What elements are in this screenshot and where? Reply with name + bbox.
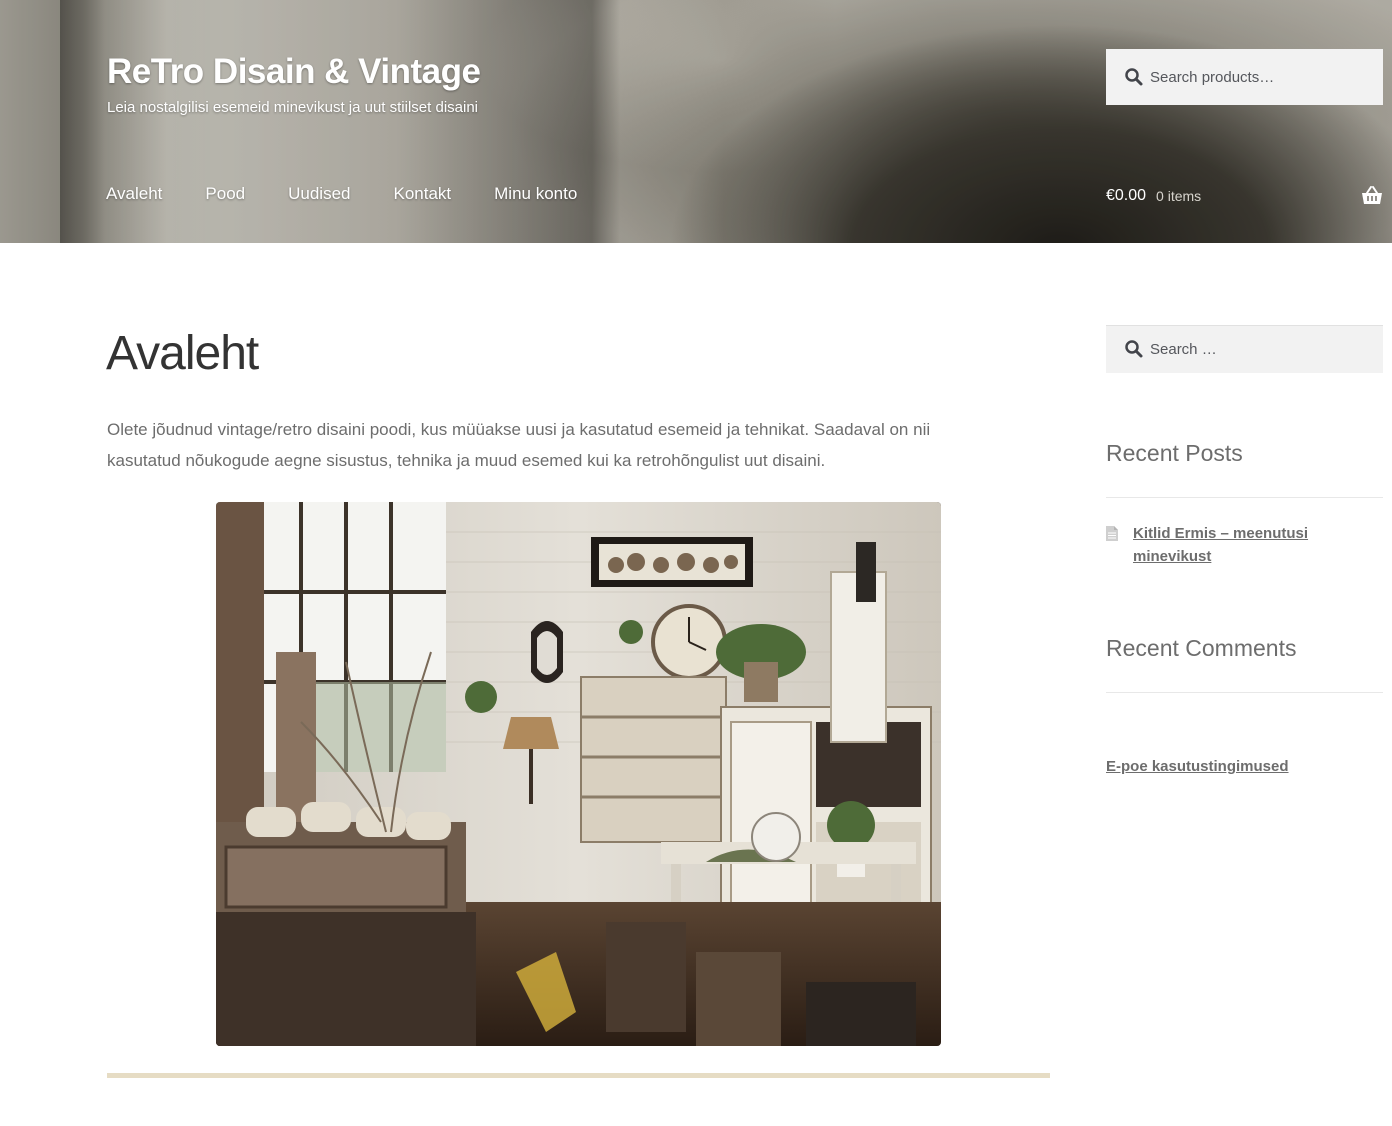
recent-posts-title: Recent Posts: [1106, 440, 1243, 466]
product-search-form[interactable]: [1106, 49, 1383, 105]
terms-link[interactable]: E-poe kasutustingimused: [1106, 758, 1289, 775]
site-description: Leia nostalgilisi esemeid minevikust ja …: [107, 99, 479, 116]
nav-item-uudised[interactable]: Uudised: [288, 184, 350, 204]
search-icon: [1125, 68, 1143, 86]
header-cart[interactable]: €0.00 0 items: [1106, 185, 1383, 207]
vintage-interior-illustration: [216, 502, 941, 1046]
recent-comments-divider: [1106, 692, 1383, 693]
cart-amount[interactable]: €0.00: [1106, 187, 1146, 205]
cart-count[interactable]: 0 items: [1156, 188, 1201, 204]
document-icon: [1106, 526, 1118, 541]
vintage-interior-photo: [216, 502, 941, 1046]
sidebar-search-form[interactable]: [1106, 325, 1383, 373]
site-title[interactable]: ReTro Disain & Vintage: [107, 52, 481, 92]
nav-item-minu-konto[interactable]: Minu konto: [494, 184, 577, 204]
nav-item-pood[interactable]: Pood: [205, 184, 245, 204]
intro-text: Olete jõudnud vintage/retro disaini pood…: [107, 420, 931, 470]
page-title: Avaleht: [106, 327, 259, 380]
recent-comments-title: Recent Comments: [1106, 635, 1297, 661]
primary-navigation: Avaleht Pood Uudised Kontakt Minu konto: [106, 184, 620, 204]
nav-item-kontakt[interactable]: Kontakt: [393, 184, 451, 204]
nav-item-avaleht[interactable]: Avaleht: [106, 184, 162, 204]
search-icon: [1125, 340, 1143, 358]
recent-post-link[interactable]: Kitlid Ermis – meenutusi minevikust: [1133, 522, 1353, 568]
content-divider: [107, 1073, 1050, 1078]
basket-icon[interactable]: [1361, 185, 1383, 207]
sidebar-search-input[interactable]: [1150, 340, 1370, 358]
product-search-input[interactable]: [1150, 68, 1370, 86]
recent-posts-divider: [1106, 497, 1383, 498]
site-header: ReTro Disain & Vintage Leia nostalgilisi…: [0, 0, 1392, 243]
